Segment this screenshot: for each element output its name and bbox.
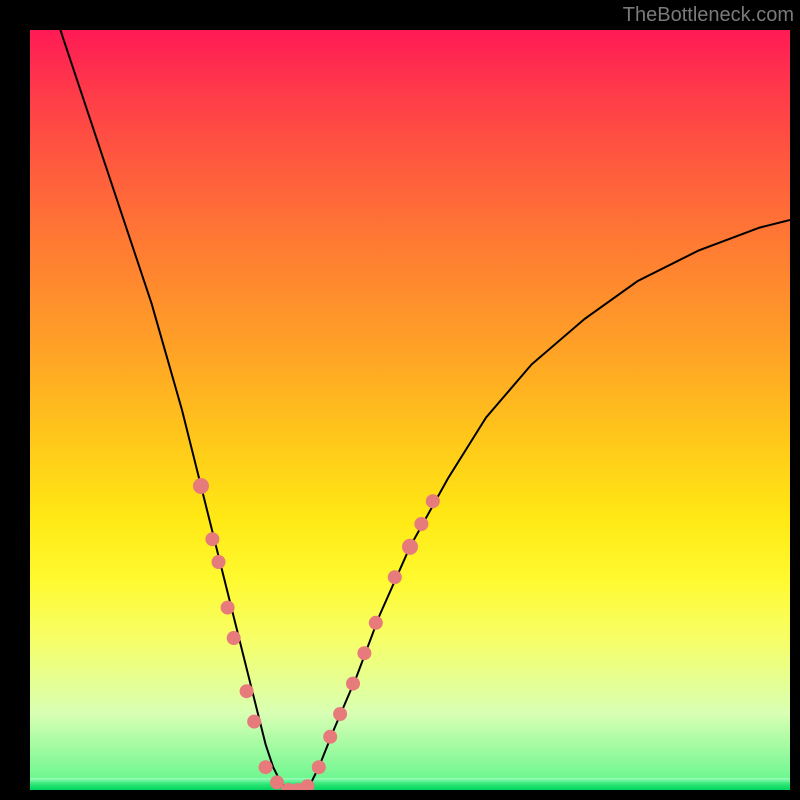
plot-background — [30, 30, 790, 790]
watermark-label: TheBottleneck.com — [623, 4, 794, 27]
chart-canvas: TheBottleneck.com — [0, 0, 800, 800]
green-band — [30, 778, 790, 790]
